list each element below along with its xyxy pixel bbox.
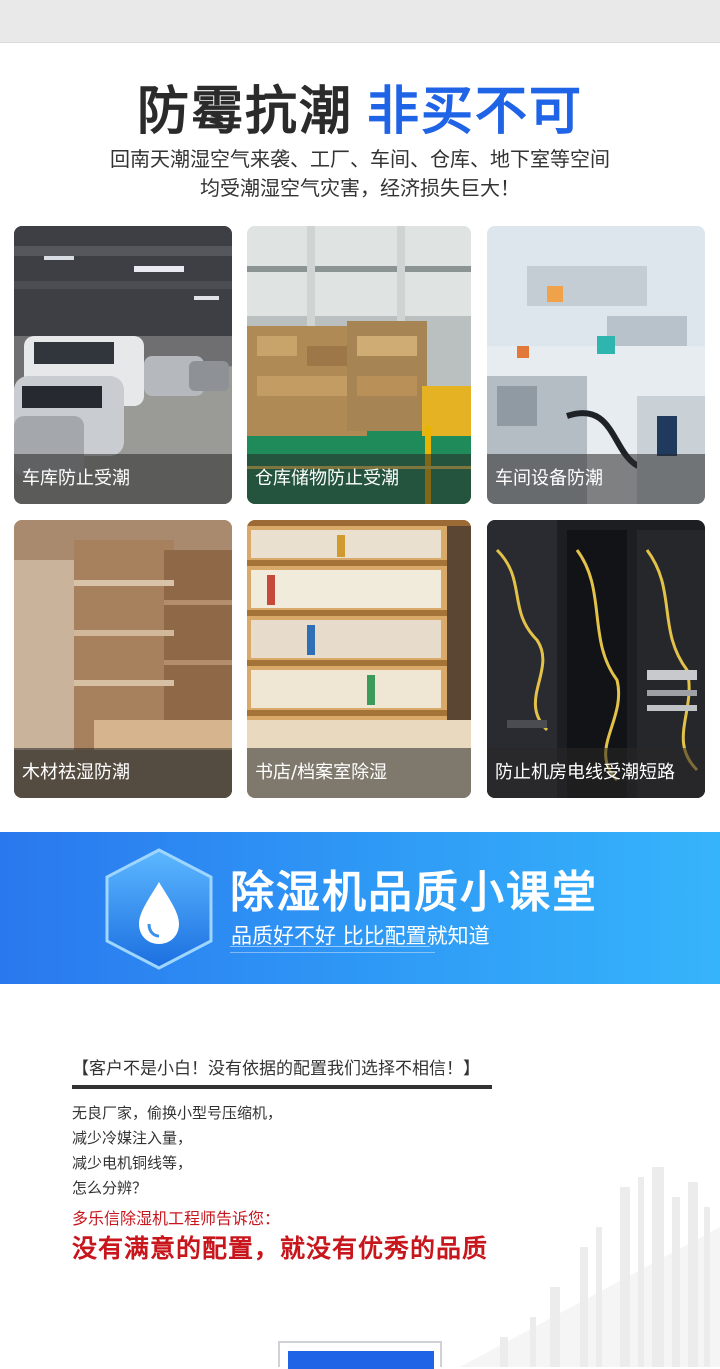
- water-drop-icon: [105, 848, 213, 970]
- tile-label: 书店/档案室除湿: [247, 748, 471, 798]
- tile-label: 防止机房电线受潮短路: [487, 748, 705, 798]
- tile-garage: 车库防止受潮: [14, 226, 232, 504]
- hero-subtitle-1: 回南天潮湿空气来袭、工厂、车间、仓库、地下室等空间: [110, 147, 610, 171]
- hero-title-blue: 非买不可: [367, 82, 584, 142]
- tile-label: 仓库储物防止受潮: [247, 454, 471, 504]
- decorative-stripes: [460, 1167, 720, 1367]
- quote-underline: [72, 1085, 492, 1089]
- top-strip: [0, 0, 720, 43]
- body-line-2: 减少冷媒注入量，: [72, 1129, 193, 1147]
- tile-workshop: 车间设备防潮: [487, 226, 705, 504]
- tile-timber: 木材祛湿防潮: [14, 520, 232, 798]
- next-section-frame: [278, 1341, 442, 1369]
- next-section-header: [288, 1351, 434, 1369]
- hero-title: 防霉抗潮 非买不可: [0, 80, 720, 144]
- tile-label: 车库防止受潮: [14, 454, 232, 504]
- body-line-3: 减少电机铜线等，: [72, 1154, 193, 1172]
- tile-server-room: 防止机房电线受潮短路: [487, 520, 705, 798]
- tile-bookstore: 书店/档案室除湿: [247, 520, 471, 798]
- body-line-1: 无良厂家，偷换小型号压缩机，: [72, 1104, 283, 1122]
- tile-warehouse: 仓库储物防止受潮: [247, 226, 471, 504]
- quality-class-banner: 除湿机品质小课堂 品质好不好 比比配置就知道: [0, 832, 720, 984]
- hero-subtitle-2: 均受潮湿空气灾害，经济损失巨大！: [200, 176, 520, 200]
- engineer-note: 多乐信除湿机工程师告诉您：: [72, 1209, 281, 1228]
- hero-title-dark: 防霉抗潮: [136, 82, 353, 142]
- banner-title: 除湿机品质小课堂: [230, 867, 598, 918]
- banner-fine-print: [230, 946, 430, 947]
- body-line-4: 怎么分辨？: [72, 1179, 148, 1197]
- banner-fine-print-2: [230, 952, 435, 953]
- customer-quote: 【客户不是小白！没有依据的配置我们选择不相信！】: [72, 1059, 480, 1079]
- tile-label: 车间设备防潮: [487, 454, 705, 504]
- conclusion-text: 没有满意的配置，就没有优秀的品质: [72, 1234, 489, 1263]
- tile-label: 木材祛湿防潮: [14, 748, 232, 798]
